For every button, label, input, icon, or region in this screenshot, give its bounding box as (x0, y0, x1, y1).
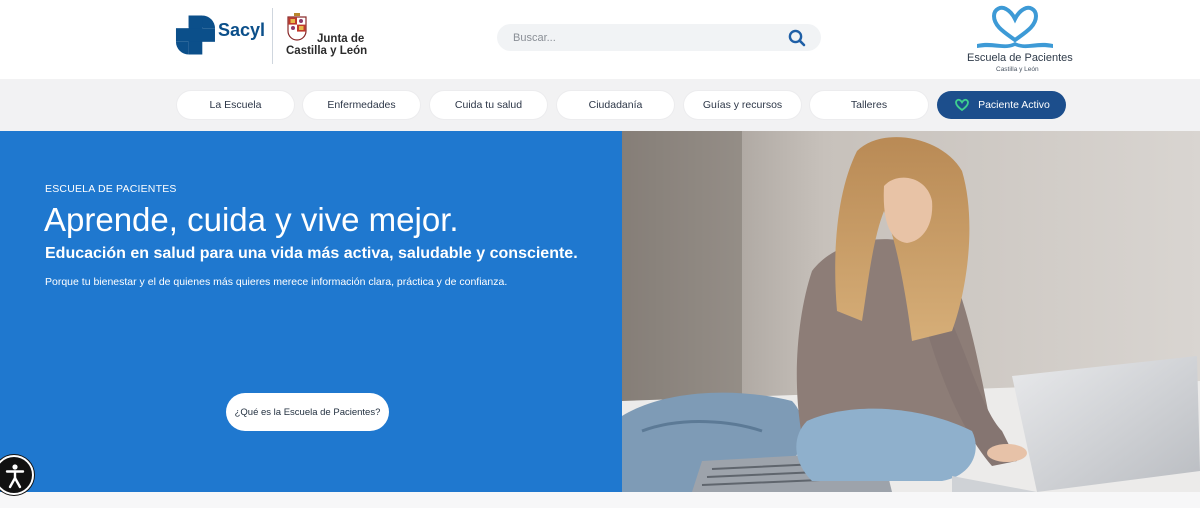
nav-item-ciudadania[interactable]: Ciudadanía (557, 91, 674, 119)
junta-shield-icon (287, 13, 307, 41)
junta-logo[interactable] (285, 12, 309, 44)
junta-logo-line2: Castilla y León (286, 45, 368, 57)
search-input[interactable] (513, 29, 773, 46)
nav-item-label: Cuida tu salud (454, 99, 523, 111)
hero-panel: ESCUELA DE PACIENTES Aprende, cuida y vi… (0, 131, 622, 492)
accessibility-icon (5, 464, 25, 489)
accessibility-button[interactable] (0, 455, 34, 495)
nav-item-label: Enfermedades (327, 99, 396, 111)
hero-photo (622, 131, 1200, 492)
hero-title: Aprende, cuida y vive mejor. (44, 201, 459, 238)
nav-item-label: Talleres (850, 99, 888, 111)
escuela-logo-subtitle: Castilla y León (996, 66, 1039, 73)
nav-item-paciente-activo[interactable]: Paciente Activo (937, 91, 1066, 119)
sacyl-logo[interactable]: Sacyl (175, 13, 265, 57)
nav-item-enfermedades[interactable]: Enfermedades (303, 91, 420, 119)
nav-item-la-escuela[interactable]: La Escuela (177, 91, 294, 119)
junta-logo-line1: Junta de (317, 33, 365, 45)
que-es-escuela-button[interactable]: ¿Qué es la Escuela de Pacientes? (226, 393, 389, 431)
search-bar (497, 24, 821, 51)
site-header: Sacyl Junta de Castilla y León E (0, 0, 1200, 79)
nav-item-label: La Escuela (209, 99, 262, 111)
logo-divider (272, 8, 273, 64)
escuela-logo-title: Escuela de Pacientes (967, 52, 1073, 64)
page-bottom-strip (0, 492, 1200, 508)
nav-item-guias-recursos[interactable]: Guías y recursos (684, 91, 801, 119)
hero-subtitle: Educación en salud para una vida más act… (45, 245, 578, 262)
escuela-pacientes-logo[interactable]: Escuela de Pacientes Castilla y León (960, 4, 1073, 76)
sacyl-cross-icon (175, 15, 215, 55)
nav-item-cuida-tu-salud[interactable]: Cuida tu salud (430, 91, 547, 119)
nav-item-label: Guías y recursos (702, 99, 783, 111)
hero-eyebrow: ESCUELA DE PACIENTES (45, 183, 177, 195)
heart-icon (953, 96, 971, 114)
nav-item-label: Paciente Activo (978, 99, 1050, 111)
escuela-heart-icon (977, 5, 1053, 49)
hero-description: Porque tu bienestar y el de quienes más … (45, 276, 508, 288)
search-icon[interactable] (787, 28, 807, 48)
woman-with-laptop-image (622, 131, 1200, 492)
sacyl-logo-text: Sacyl (217, 19, 265, 40)
nav-item-label: Ciudadanía (588, 99, 643, 111)
nav-item-talleres[interactable]: Talleres (810, 91, 928, 119)
main-nav: La Escuela Enfermedades Cuida tu salud C… (0, 79, 1200, 131)
